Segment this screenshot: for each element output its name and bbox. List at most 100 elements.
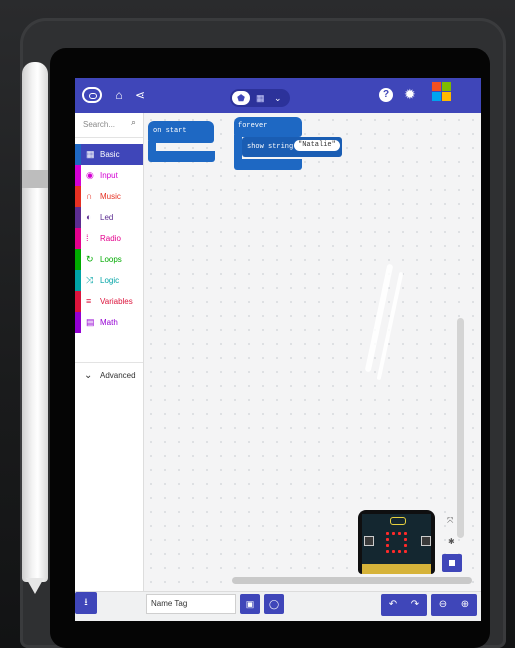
zoom-out-icon[interactable]: ⊖	[433, 594, 453, 616]
category-label: Radio	[100, 234, 121, 243]
led-pixel	[404, 550, 407, 553]
list-icon: ≡	[86, 296, 92, 306]
category-advanced[interactable]: ⌄ Advanced	[75, 362, 143, 389]
category-label: Math	[100, 318, 118, 327]
category-color-bar	[75, 186, 81, 207]
button-a[interactable]	[364, 536, 374, 546]
led-pixel	[398, 550, 401, 553]
category-loops[interactable]: ↻ Loops	[75, 249, 143, 270]
on-start-block[interactable]: on start	[148, 121, 214, 143]
string-value-field[interactable]: "Natalie"	[294, 140, 340, 151]
category-color-bar	[75, 291, 81, 312]
workspace-vertical-scrollbar[interactable]	[457, 318, 464, 538]
editor-topbar: ⌂ ⋖ ⬟ ▦ ⌄ ? ✹	[75, 78, 481, 113]
category-math[interactable]: ▤ Math	[75, 312, 143, 333]
led-pixel	[398, 532, 401, 535]
microbit-logo-icon[interactable]	[82, 87, 102, 103]
category-label: Variables	[100, 297, 133, 306]
forever-block-side	[234, 135, 242, 159]
stop-simulator-button[interactable]	[442, 554, 462, 572]
headphones-icon: ∩	[86, 191, 93, 201]
download-button[interactable]: ⭳	[75, 592, 97, 614]
led-pixel	[386, 532, 389, 535]
category-label: Music	[100, 192, 121, 201]
forever-label: forever	[238, 122, 268, 130]
toolbox-search[interactable]: Search... ⌕	[75, 113, 143, 138]
led-pixel	[404, 532, 407, 535]
category-led[interactable]: ◐ Led	[75, 207, 143, 228]
microbit-simulator[interactable]	[358, 510, 435, 574]
target-icon: ◉	[86, 170, 94, 180]
category-color-bar	[75, 144, 81, 165]
category-input[interactable]: ◉ Input	[75, 165, 143, 186]
save-button[interactable]: ▣	[240, 594, 260, 614]
category-basic[interactable]: ▦ Basic	[75, 144, 143, 165]
zoom-group: ⊖ ⊕	[431, 594, 477, 616]
category-color-bar	[75, 165, 81, 186]
category-label: Input	[100, 171, 118, 180]
led-pixel	[392, 550, 395, 553]
category-color-bar	[75, 207, 81, 228]
blocks-mode-icon[interactable]: ⬟	[232, 91, 250, 105]
led-pixel	[386, 544, 389, 547]
signal-icon: ⁞	[86, 233, 89, 243]
search-icon[interactable]: ⌕	[131, 117, 136, 128]
zoom-in-icon[interactable]: ⊕	[455, 594, 475, 616]
forever-block-bottom	[234, 159, 302, 170]
category-label: Led	[100, 213, 114, 222]
led-pixel	[386, 538, 389, 541]
category-color-bar	[75, 249, 81, 270]
editor-bottombar: ⭳ Name Tag ▣ ◯ ↶ ↷ ⊖ ⊕	[75, 591, 481, 621]
simulator-edge-pins	[362, 564, 431, 574]
calculator-icon: ▤	[86, 317, 95, 327]
category-variables[interactable]: ≡ Variables	[75, 291, 143, 312]
gear-icon[interactable]: ✹	[404, 86, 416, 103]
category-label: Logic	[100, 276, 120, 285]
category-music[interactable]: ∩ Music	[75, 186, 143, 207]
search-input[interactable]: Search...	[83, 120, 115, 129]
help-icon[interactable]: ?	[379, 88, 393, 102]
show-string-block[interactable]: show string "Natalie"	[242, 137, 342, 157]
show-string-label: show string	[247, 143, 294, 151]
project-name-input[interactable]: Name Tag	[146, 594, 236, 614]
stylus-pencil	[22, 62, 48, 582]
led-pixel	[392, 532, 395, 535]
share-icon[interactable]: ⋖	[132, 87, 148, 103]
shuffle-icon: ⤨	[86, 275, 94, 285]
category-label: Advanced	[100, 371, 136, 380]
grid-icon: ▦	[86, 149, 95, 159]
chevron-down-icon[interactable]: ⌄	[274, 91, 282, 105]
toolbox: Search... ⌕ ▦ Basic ◉ Input ∩ Music ◐ Le…	[75, 113, 144, 591]
category-label: Basic	[100, 150, 120, 159]
category-color-bar	[75, 312, 81, 333]
button-b[interactable]	[421, 536, 431, 546]
blocks-js-toggle[interactable]: ⬟ ▦ ⌄	[230, 89, 290, 107]
chevron-down-icon: ⌄	[84, 370, 93, 381]
microsoft-logo-icon[interactable]	[432, 82, 452, 102]
stylus-band	[22, 170, 48, 188]
forever-block[interactable]: forever	[234, 117, 302, 137]
category-label: Loops	[100, 255, 122, 264]
javascript-mode-icon[interactable]: ▦	[256, 91, 265, 105]
stylus-tip	[26, 578, 44, 594]
led-pixel	[404, 538, 407, 541]
home-icon[interactable]: ⌂	[111, 87, 127, 103]
microbit-logo-icon	[390, 517, 406, 525]
debug-icon[interactable]: ✱	[448, 537, 455, 546]
on-start-label: on start	[153, 127, 187, 135]
refresh-icon: ↻	[86, 254, 94, 264]
workspace-horizontal-scrollbar[interactable]	[232, 577, 472, 584]
screen-glare	[376, 271, 404, 381]
fullscreen-icon[interactable]: ⤧	[447, 516, 453, 526]
led-pixel	[386, 550, 389, 553]
redo-icon[interactable]: ↷	[405, 594, 425, 616]
toggle-icon: ◐	[86, 212, 92, 222]
tablet-screen: ⌂ ⋖ ⬟ ▦ ⌄ ? ✹ Search... ⌕ ▦ Basic ◉ Inpu…	[75, 78, 481, 621]
undo-icon[interactable]: ↶	[383, 594, 403, 616]
category-radio[interactable]: ⁞ Radio	[75, 228, 143, 249]
github-button[interactable]: ◯	[264, 594, 284, 614]
category-logic[interactable]: ⤨ Logic	[75, 270, 143, 291]
category-color-bar	[75, 228, 81, 249]
on-start-block-bottom	[148, 151, 215, 162]
undo-redo-group: ↶ ↷	[381, 594, 427, 616]
